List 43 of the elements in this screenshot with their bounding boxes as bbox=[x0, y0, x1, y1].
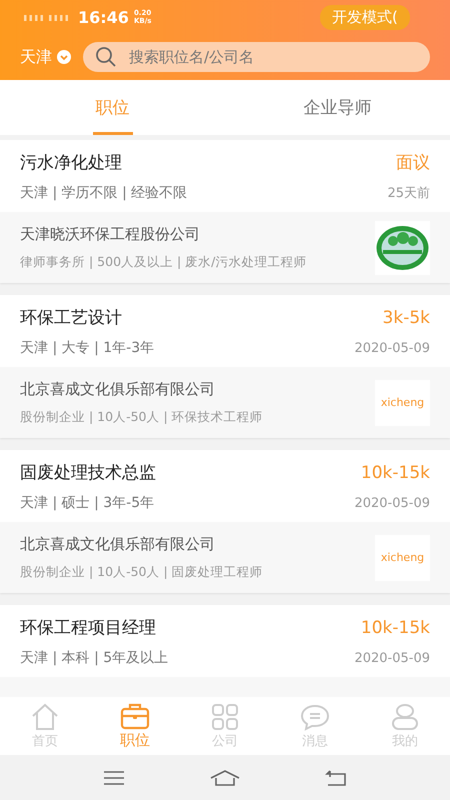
search-icon bbox=[95, 46, 117, 68]
home-icon bbox=[30, 702, 60, 730]
person-icon bbox=[390, 702, 420, 730]
company-logo: xicheng bbox=[375, 534, 430, 580]
status-time: 16:46 bbox=[78, 8, 129, 26]
salary: 10k-15k bbox=[360, 462, 430, 482]
job-title[interactable]: 环保工艺设计 bbox=[20, 306, 122, 329]
company-name: 天津晓沃环保工程股份公司 bbox=[20, 224, 201, 244]
briefcase-icon bbox=[120, 702, 150, 730]
company-logo: xicheng bbox=[375, 380, 430, 426]
chevron-down-icon bbox=[57, 50, 71, 64]
salary: 3k-5k bbox=[382, 308, 430, 328]
company-meta: 股份制企业 | 10人-50人 | 环保技术工程师 bbox=[20, 408, 263, 426]
emblem-logo-icon bbox=[375, 220, 430, 274]
search-field[interactable]: 搜索职位名/公司名 bbox=[83, 42, 430, 72]
salary: 10k-15k bbox=[360, 618, 430, 638]
company-meta: 股份制企业 | 10人-50人 | 固废处理工程师 bbox=[20, 564, 263, 580]
signal-icon bbox=[24, 13, 70, 21]
salary: 面议 bbox=[396, 152, 430, 174]
company-panel[interactable]: 北京喜成文化俱乐部有限公司 股份制企业 | 10人-50人 | 环保技术工程师 xicheng bbox=[0, 367, 450, 438]
company-panel[interactable]: 北京喜成文化俱乐部有限公司 股份制企业 | 10人-50人 | 固废处理工程师 xicheng bbox=[0, 522, 450, 593]
chat-bubble-icon bbox=[300, 702, 330, 730]
job-title[interactable]: 环保工程项目经理 bbox=[20, 616, 156, 639]
company-name: 北京喜成文化俱乐部有限公司 bbox=[20, 534, 216, 554]
company-meta: 律师事务所 | 500人及以上 | 废水/污水处理工程师 bbox=[20, 254, 306, 270]
dev-mode-badge: 开发模式( bbox=[320, 5, 410, 30]
grid-icon bbox=[210, 702, 240, 730]
post-date: 2020-05-09 bbox=[354, 496, 430, 510]
job-title[interactable]: 固废处理技术总监 bbox=[20, 461, 156, 484]
post-date: 2020-05-09 bbox=[354, 650, 430, 666]
job-meta: 天津 | 大专 | 1年-3年 bbox=[20, 339, 154, 357]
company-name: 北京喜成文化俱乐部有限公司 bbox=[20, 380, 216, 398]
job-meta: 天津 | 学历不限 | 经验不限 bbox=[20, 184, 188, 202]
home-icon[interactable] bbox=[210, 770, 240, 786]
back-icon[interactable] bbox=[325, 770, 348, 786]
job-meta: 天津 | 本科 | 5年及以上 bbox=[20, 649, 168, 667]
job-title[interactable]: 污水净化处理 bbox=[20, 151, 122, 174]
post-date: 25天前 bbox=[387, 185, 430, 202]
job-meta: 天津 | 硕士 | 3年-5年 bbox=[20, 494, 154, 512]
company-panel[interactable]: 天津晓沃环保工程股份公司 律师事务所 | 500人及以上 | 废水/污水处理工程师 bbox=[0, 212, 450, 283]
tab[interactable]: 企业导师 bbox=[225, 80, 450, 135]
menu-icon[interactable] bbox=[102, 770, 125, 786]
post-date: 2020-05-09 bbox=[354, 340, 430, 356]
